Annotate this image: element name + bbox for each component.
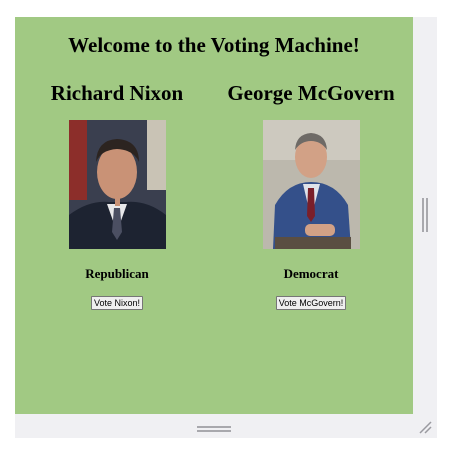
vote-nixon-button[interactable]: Vote Nixon! <box>90 296 144 310</box>
page-title: Welcome to the Voting Machine! <box>68 33 360 57</box>
vote-mcgovern-button[interactable]: Vote McGovern! <box>275 296 347 310</box>
candidate-nixon: Richard Nixon Republican Vote Nixon! <box>27 81 207 311</box>
candidate-mcgovern: George McGovern Democrat Vote McGovern! <box>221 81 401 311</box>
vertical-scrollbar-grip[interactable] <box>420 198 428 232</box>
candidate-name: Richard Nixon <box>50 81 184 105</box>
candidate-name: George McGovern <box>227 81 395 105</box>
horizontal-scrollbar-grip[interactable] <box>197 424 231 432</box>
party-label: Democrat <box>283 266 339 281</box>
resize-handle-icon[interactable] <box>417 419 433 435</box>
nixon-portrait <box>68 120 166 249</box>
party-label: Republican <box>85 266 149 281</box>
mcgovern-portrait <box>262 120 360 249</box>
voting-panel: Welcome to the Voting Machine! Richard N… <box>15 17 413 414</box>
